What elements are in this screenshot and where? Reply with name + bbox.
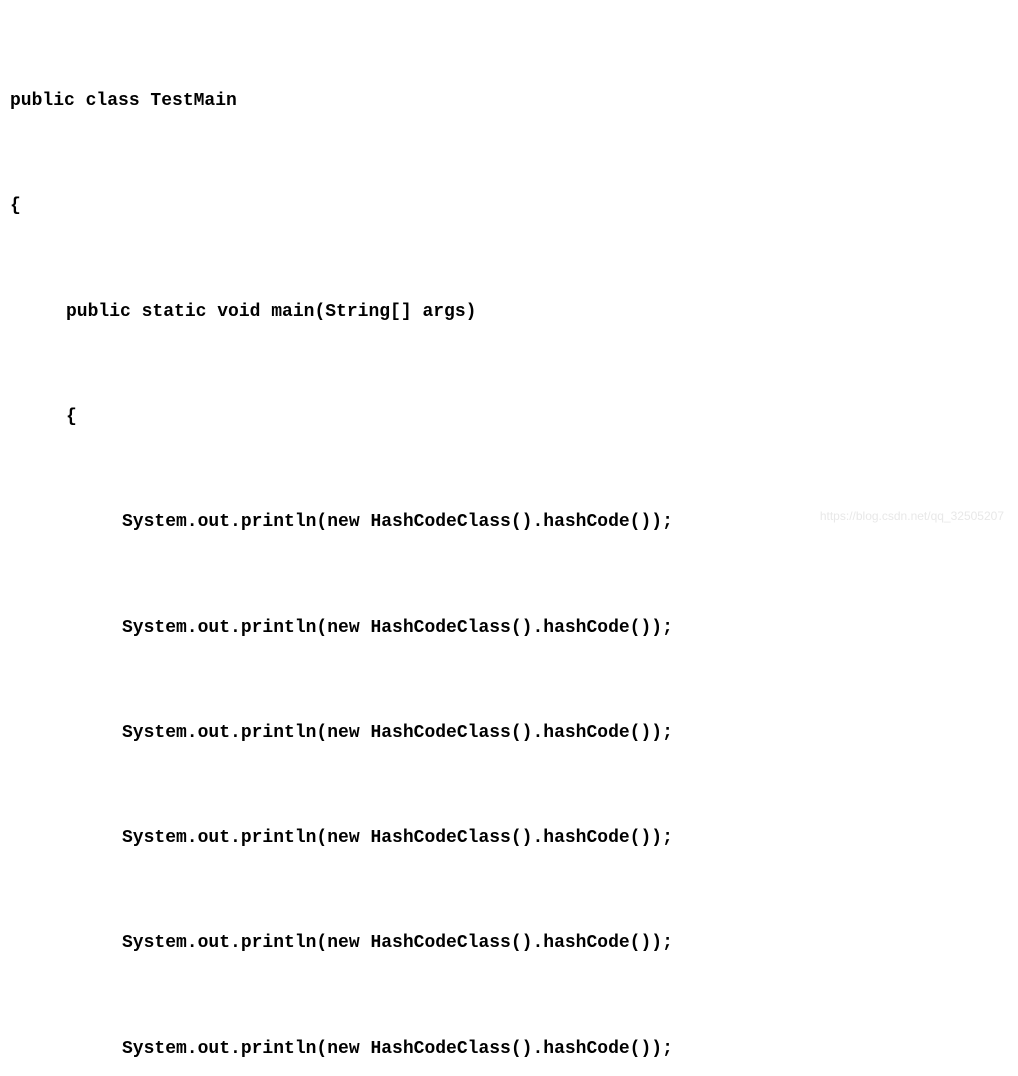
code-line: { bbox=[10, 400, 1008, 435]
code-line: { bbox=[10, 189, 1008, 224]
watermark-text: https://blog.csdn.net/qq_32505207 bbox=[820, 505, 1004, 528]
code-line: System.out.println(new HashCodeClass().h… bbox=[10, 926, 1008, 961]
code-line: System.out.println(new HashCodeClass().h… bbox=[10, 1032, 1008, 1067]
code-line: public static void main(String[] args) bbox=[10, 295, 1008, 330]
code-line: public class TestMain bbox=[10, 84, 1008, 119]
code-line: System.out.println(new HashCodeClass().h… bbox=[10, 821, 1008, 856]
code-line: System.out.println(new HashCodeClass().h… bbox=[10, 716, 1008, 751]
code-line: System.out.println(new HashCodeClass().h… bbox=[10, 611, 1008, 646]
code-block: public class TestMain { public static vo… bbox=[10, 14, 1008, 1076]
